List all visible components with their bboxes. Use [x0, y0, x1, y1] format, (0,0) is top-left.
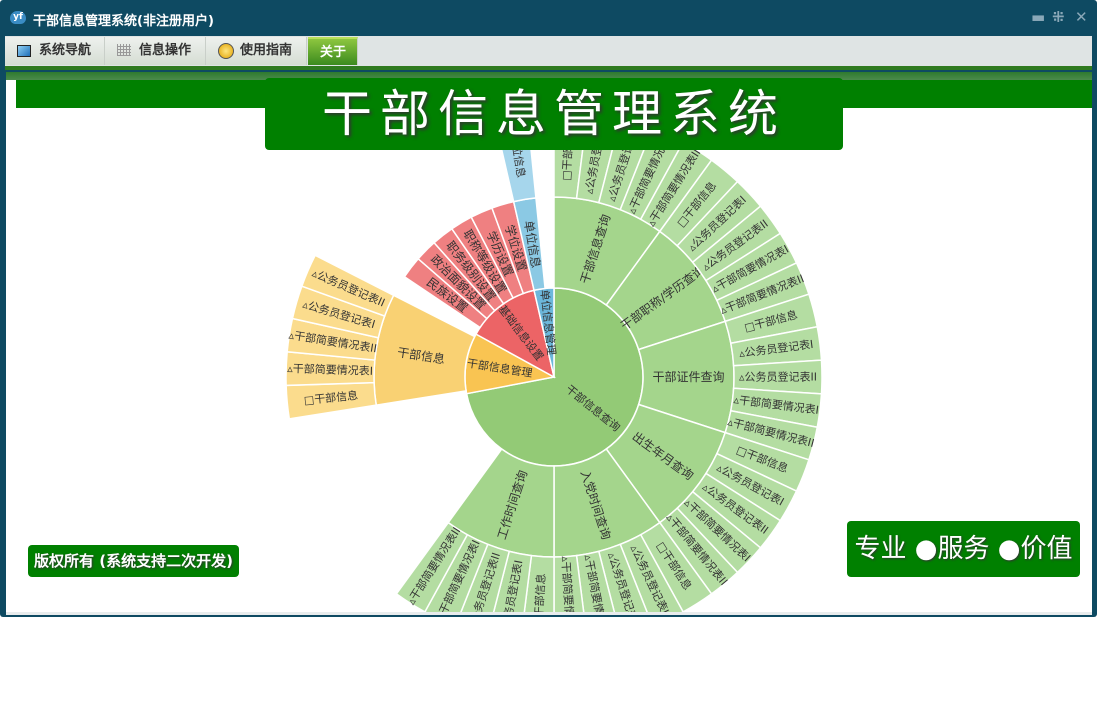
app-window: yf 干部信息管理系统(非注册用户) ▬ ⁜ ✕ 系统导航 信息操作 使用指南 … [0, 0, 1097, 617]
about-panel: 干部信息查询 干部信息查询 □干部信息 ▵公务员登记表I ▵公务员登记表II ▵干部简要情… [6, 72, 1092, 615]
window-title: 干部信息管理系统(非注册用户) [33, 14, 214, 29]
sunburst-label: 干部证件查询 [652, 369, 724, 384]
tab-info-ops[interactable]: 信息操作 [105, 37, 206, 65]
system-title-banner: 干部信息管理系统 [265, 78, 843, 150]
close-button[interactable]: ✕ [1075, 8, 1088, 26]
tab-bar: 系统导航 信息操作 使用指南 关于 [5, 36, 1092, 66]
title-bar: yf 干部信息管理系统(非注册用户) ▬ ⁜ ✕ [0, 0, 1097, 36]
copyright-badge: 版权所有 (系统支持二次开发) [28, 545, 239, 577]
help-icon [218, 43, 234, 59]
app-logo-icon: yf [10, 11, 26, 24]
sunburst-label: ▵公务员登记表II [739, 370, 817, 384]
tab-user-guide[interactable]: 使用指南 [206, 37, 307, 65]
minimize-button[interactable]: ▬ [1031, 8, 1045, 26]
sunburst-label: ▵干部简要情况表I [287, 361, 373, 378]
slogan-badge: 专业 ●服务 ●价值 [847, 521, 1080, 577]
tab-label: 系统导航 [39, 43, 92, 58]
restore-button[interactable]: ⁜ [1052, 8, 1065, 26]
tab-about[interactable]: 关于 [308, 37, 358, 65]
tab-label: 关于 [320, 45, 347, 60]
monitor-icon [17, 45, 31, 57]
tab-label: 使用指南 [240, 43, 293, 58]
tab-underline [5, 66, 1092, 70]
grid-icon [117, 44, 131, 56]
tab-label: 信息操作 [139, 43, 192, 58]
tab-system-nav[interactable]: 系统导航 [5, 37, 105, 65]
